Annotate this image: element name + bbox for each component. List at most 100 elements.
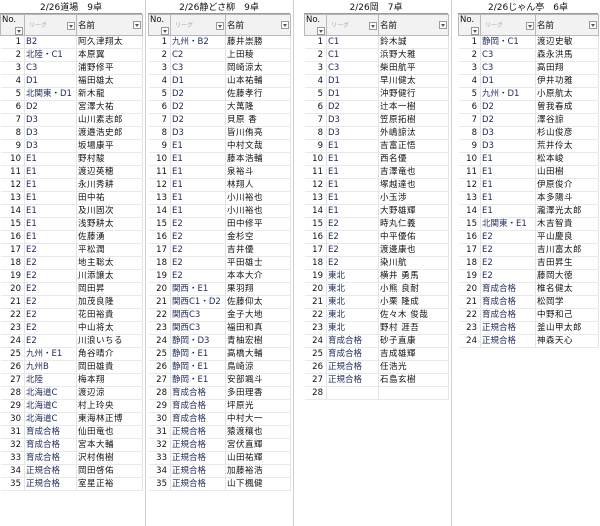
name-cell[interactable]: 杉山俊彦 [535,126,599,140]
row-number[interactable]: 15 [304,217,327,231]
row-number[interactable]: 12 [148,178,171,192]
league-cell[interactable]: 関西C3 [170,308,226,322]
row-number[interactable]: 22 [458,308,481,322]
name-cell[interactable]: 西名優 [378,152,449,166]
row-number[interactable]: 30 [0,412,25,426]
table-row[interactable]: 22 関西C3 金子大地 [148,308,291,322]
row-number[interactable]: 7 [148,113,171,127]
league-cell[interactable]: 正規合格 [24,477,77,491]
table-row[interactable]: 31 育成合格 仙田竜也 [0,425,143,439]
table-row[interactable]: 6 D2 大萬隆 [148,100,291,114]
table-row[interactable]: 1 B2 阿久津翔太 [0,35,143,49]
league-cell[interactable]: 九州・D1 [480,87,536,101]
table-row[interactable]: 27 静岡・E1 安部颯斗 [148,373,291,387]
row-number[interactable]: 35 [0,477,25,491]
row-number[interactable]: 22 [304,308,327,322]
table-row[interactable]: 22 E2 花田裕貴 [0,308,143,322]
name-cell[interactable]: 山本祐輔 [225,74,291,88]
table-row[interactable]: 2 C3 森永洪馬 [458,48,599,62]
row-number[interactable]: 34 [0,464,25,478]
league-header[interactable]: リーグ [24,14,77,36]
filter-dropdown-icon[interactable] [317,27,325,35]
row-number[interactable]: 2 [304,48,327,62]
league-cell[interactable]: E2 [480,256,536,270]
league-cell[interactable]: E2 [170,217,226,231]
league-cell[interactable]: 関西C3 [170,321,226,335]
table-row[interactable]: 15 E2 時丸仁義 [304,217,449,231]
name-cell[interactable]: 笠原拓樹 [378,113,449,127]
league-cell[interactable]: 育成合格 [480,295,536,309]
row-number[interactable]: 28 [304,386,327,400]
row-number[interactable]: 15 [148,217,171,231]
name-cell[interactable]: 平田雄士 [225,256,291,270]
table-row[interactable]: 12 E1 永川秀耕 [0,178,143,192]
league-cell[interactable]: 静岡・E1 [170,347,226,361]
name-cell[interactable]: 大野雄輝 [378,204,449,218]
table-row[interactable]: 13 E1 小川裕也 [148,191,291,205]
row-number[interactable]: 27 [148,373,171,387]
league-cell[interactable]: E2 [24,243,77,257]
row-number[interactable]: 19 [0,269,25,283]
name-cell[interactable]: 川添譲太 [76,269,143,283]
league-cell[interactable]: 北関東・E1 [480,217,536,231]
league-cell[interactable]: 九州・B2 [170,35,226,49]
league-cell[interactable]: 正規合格 [170,451,226,465]
name-cell[interactable]: 泉裕斗 [225,165,291,179]
name-cell[interactable]: 山田樹 [535,165,599,179]
row-number[interactable]: 28 [0,386,25,400]
league-cell[interactable]: 北海道C [24,386,77,400]
league-cell[interactable]: 育成合格 [170,412,226,426]
table-row[interactable]: 6 D2 辻本一樹 [304,100,449,114]
name-cell[interactable]: 中野和己 [535,308,599,322]
table-row[interactable]: 7 D2 貝原 香 [148,113,291,127]
row-number[interactable]: 10 [0,152,25,166]
table-row[interactable]: 12 E1 伊原俊介 [458,178,599,192]
filter-dropdown-icon[interactable] [439,21,447,29]
league-cell[interactable]: E2 [326,243,379,257]
row-number[interactable]: 5 [458,87,481,101]
table-row[interactable]: 1 C1 鈴木誠 [304,35,449,49]
table-row[interactable]: 28 [304,386,449,400]
table-row[interactable]: 20 関西・E1 果羽翔 [148,282,291,296]
table-row[interactable]: 30 育成合格 中村大一 [148,412,291,426]
name-cell[interactable]: 渡辺英穂 [76,165,143,179]
row-number[interactable]: 10 [458,152,481,166]
table-row[interactable]: 14 E1 及川固次 [0,204,143,218]
filter-dropdown-icon[interactable] [369,22,377,30]
league-cell[interactable]: E2 [170,269,226,283]
league-cell[interactable]: D3 [170,126,226,140]
row-number[interactable]: 29 [148,399,171,413]
row-number[interactable]: 19 [304,269,327,283]
league-cell[interactable]: E1 [170,165,226,179]
filter-dropdown-icon[interactable] [161,27,169,35]
name-cell[interactable]: 角谷晴介 [76,347,143,361]
row-number[interactable]: 9 [304,139,327,153]
table-row[interactable]: 30 北海道C 東海林正博 [0,412,143,426]
table-row[interactable]: 24 静岡・D3 青柚宏樹 [148,334,291,348]
league-cell[interactable]: D3 [480,126,536,140]
name-cell[interactable]: 小川裕也 [225,204,291,218]
table-row[interactable]: 24 正規合格 神森天心 [458,334,599,348]
name-header[interactable]: 名前 [76,14,143,36]
name-cell[interactable]: 田中修平 [225,217,291,231]
name-cell[interactable]: 野村駿 [76,152,143,166]
name-cell[interactable]: 松本峻 [535,152,599,166]
row-number[interactable]: 6 [458,100,481,114]
row-number[interactable]: 10 [304,152,327,166]
league-cell[interactable]: E2 [326,217,379,231]
table-row[interactable]: 12 E1 林翔人 [148,178,291,192]
row-number[interactable]: 21 [304,295,327,309]
name-cell[interactable]: 福田雄太 [76,74,143,88]
league-cell[interactable]: C3 [480,61,536,75]
name-cell[interactable]: 岡田昇 [76,282,143,296]
league-cell[interactable]: 育成合格 [170,386,226,400]
name-cell[interactable]: 小川裕也 [225,191,291,205]
row-number[interactable]: 2 [0,48,25,62]
row-number[interactable]: 18 [458,256,481,270]
league-cell[interactable]: E2 [24,282,77,296]
name-cell[interactable]: 浦野修平 [76,61,143,75]
league-cell[interactable]: D2 [480,100,536,114]
league-cell[interactable]: E1 [480,191,536,205]
table-row[interactable]: 18 E2 染川航 [304,256,449,270]
table-row[interactable]: 21 E2 加茂良隆 [0,295,143,309]
